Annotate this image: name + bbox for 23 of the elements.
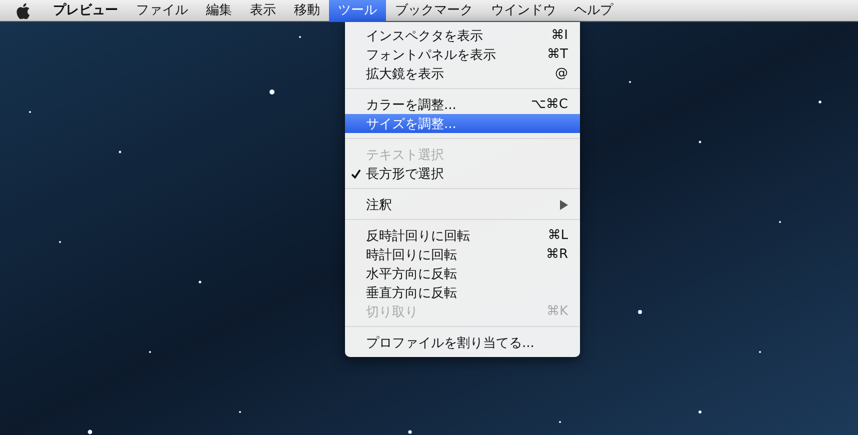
menu-item[interactable]: 垂直方向に反転 <box>345 283 580 302</box>
menu-bar-item[interactable]: ウインドウ <box>482 0 565 22</box>
menu-item[interactable]: プロファイルを割り当てる... <box>345 333 580 352</box>
menu-bar-item[interactable]: ヘルプ <box>565 0 622 22</box>
menu-bar-item[interactable]: ツール <box>329 0 386 22</box>
menu-item[interactable]: 反時計回りに回転 ⌘L <box>345 226 580 245</box>
menu-item[interactable]: 水平方向に反転 <box>345 264 580 283</box>
menu-bar-item[interactable]: ブックマーク <box>386 0 482 22</box>
menu-item[interactable]: カラーを調整... ⌥⌘C <box>345 95 580 114</box>
menu-bar-item[interactable]: 編集 <box>197 0 241 22</box>
apple-icon[interactable] <box>16 2 30 18</box>
submenu-arrow-icon <box>560 200 568 210</box>
menu-item[interactable]: フォントパネルを表示 ⌘T <box>345 45 580 64</box>
menu-item[interactable]: 時計回りに回転 ⌘R <box>345 245 580 264</box>
menu-bar-item[interactable]: 表示 <box>241 0 285 22</box>
menu-item[interactable]: サイズを調整... <box>345 114 580 133</box>
menu-item[interactable]: 注釈 <box>345 195 580 214</box>
menu-item[interactable]: 拡大鏡を表示 @ <box>345 64 580 83</box>
menu-bar-item[interactable]: ファイル <box>127 0 197 22</box>
menu-bar-item[interactable]: プレビュー <box>44 0 127 22</box>
menu-item[interactable]: 長方形で選択 <box>345 164 580 183</box>
menu-item[interactable]: インスペクタを表示 ⌘I <box>345 26 580 45</box>
menu-bar-item[interactable]: 移動 <box>285 0 329 22</box>
